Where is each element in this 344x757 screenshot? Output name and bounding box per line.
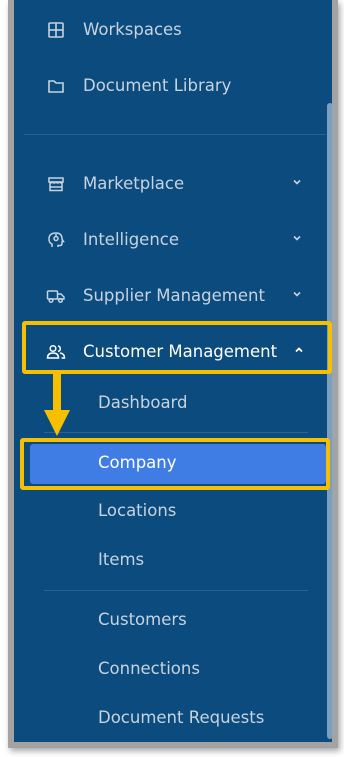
folder-icon bbox=[46, 76, 66, 96]
subnav-item-dashboard[interactable]: Dashboard bbox=[98, 393, 188, 412]
brain-icon bbox=[46, 230, 66, 250]
nav-item-supplier-management[interactable]: Supplier Management bbox=[14, 274, 332, 318]
subnav-item-items[interactable]: Items bbox=[98, 550, 144, 569]
divider bbox=[44, 432, 308, 433]
divider bbox=[24, 134, 326, 135]
subnav-item-document-requests[interactable]: Document Requests bbox=[98, 708, 264, 727]
chevron-down-icon[interactable] bbox=[290, 174, 304, 188]
nav-item-intelligence[interactable]: Intelligence bbox=[14, 218, 332, 262]
divider bbox=[44, 590, 308, 591]
highlight-box-customer-management bbox=[22, 321, 332, 374]
nav-item-label: Workspaces bbox=[83, 20, 182, 39]
subnav-item-connections[interactable]: Connections bbox=[98, 659, 200, 678]
nav-item-workspaces[interactable]: Workspaces bbox=[14, 8, 332, 52]
chevron-down-icon[interactable] bbox=[290, 230, 304, 244]
scrollbar[interactable] bbox=[327, 103, 333, 739]
nav-item-label: Marketplace bbox=[83, 174, 185, 193]
nav-item-label: Supplier Management bbox=[83, 286, 265, 305]
nav-item-label: Document Library bbox=[83, 76, 232, 95]
truck-icon bbox=[46, 286, 66, 306]
subnav-item-customers[interactable]: Customers bbox=[98, 610, 187, 629]
nav-item-label: Intelligence bbox=[83, 230, 180, 249]
subnav-item-locations[interactable]: Locations bbox=[98, 501, 176, 520]
store-icon bbox=[46, 174, 66, 194]
annotation-arrow-icon bbox=[44, 370, 70, 436]
grid-icon bbox=[46, 20, 66, 40]
nav-item-document-library[interactable]: Document Library bbox=[14, 64, 332, 108]
highlight-box-company bbox=[20, 438, 330, 490]
chevron-down-icon[interactable] bbox=[290, 286, 304, 300]
nav-item-marketplace[interactable]: Marketplace bbox=[14, 162, 332, 206]
